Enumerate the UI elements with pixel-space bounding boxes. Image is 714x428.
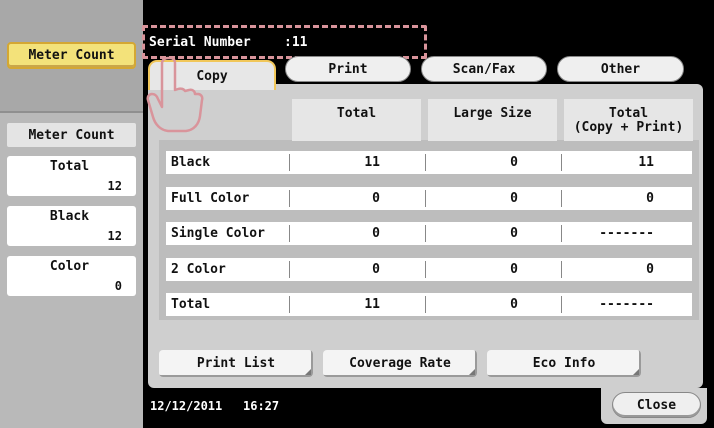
row-divider <box>425 190 426 207</box>
color-card-label: Color <box>49 259 90 274</box>
cell-total: 11 <box>364 297 380 312</box>
black-card: Black 12 <box>7 206 136 246</box>
row-divider <box>425 225 426 242</box>
total-card-value: 12 <box>107 179 122 193</box>
tab-scan-fax[interactable]: Scan/Fax <box>421 56 547 82</box>
column-header-large-size: Large Size <box>428 99 557 141</box>
hand-pointer-icon <box>146 56 204 133</box>
tab-other[interactable]: Other <box>557 56 684 82</box>
table-row: Black 11 0 11 <box>166 151 692 174</box>
column-header-total: Total <box>292 99 421 141</box>
cell-total-copy-print: 11 <box>638 155 654 170</box>
corner-arrow-icon <box>305 369 311 375</box>
column-header-total-copy-print: Total (Copy + Print) <box>564 99 693 141</box>
row-divider <box>289 296 290 313</box>
row-divider <box>561 225 562 242</box>
cell-total: 11 <box>364 155 380 170</box>
tab-bar: Copy Print Scan/Fax Other <box>143 56 714 90</box>
date-display: 12/12/2011 <box>150 399 223 413</box>
row-divider <box>561 190 562 207</box>
coverage-rate-button[interactable]: Coverage Rate <box>323 350 477 377</box>
color-card-value: 0 <box>114 279 122 293</box>
sidebar: Meter Count Meter Count Total 12 Black 1… <box>0 0 143 428</box>
black-card-value: 12 <box>107 229 122 243</box>
row-label: Total <box>171 297 211 312</box>
cell-total-copy-print: 0 <box>646 191 654 206</box>
row-divider <box>289 190 290 207</box>
print-list-button[interactable]: Print List <box>159 350 313 377</box>
row-divider <box>425 296 426 313</box>
row-divider <box>289 225 290 242</box>
table-row: Single Color 0 0 ------- <box>166 222 692 245</box>
cell-total-copy-print: ------- <box>599 226 654 241</box>
tab-print[interactable]: Print <box>285 56 411 82</box>
meter-count-button[interactable]: Meter Count <box>7 42 136 69</box>
corner-arrow-icon <box>633 369 639 375</box>
row-divider <box>425 261 426 278</box>
eco-info-label: Eco Info <box>532 356 596 371</box>
cell-total: 0 <box>372 262 380 277</box>
cell-total-copy-print: 0 <box>646 262 654 277</box>
close-button[interactable]: Close <box>612 392 701 418</box>
row-label: Black <box>171 155 211 170</box>
meter-count-header: Meter Count <box>7 123 136 147</box>
row-divider <box>561 261 562 278</box>
cell-large-size: 0 <box>510 155 518 170</box>
row-divider <box>561 296 562 313</box>
row-divider <box>425 154 426 171</box>
table-row: Total 11 0 ------- <box>166 293 692 316</box>
content-panel: Total Large Size Total (Copy + Print) Bl… <box>148 84 703 388</box>
row-label: Single Color <box>171 226 265 241</box>
cell-large-size: 0 <box>510 191 518 206</box>
corner-arrow-icon <box>469 369 475 375</box>
row-divider <box>289 261 290 278</box>
cell-large-size: 0 <box>510 262 518 277</box>
table-row: Full Color 0 0 0 <box>166 187 692 210</box>
cell-total-copy-print: ------- <box>599 297 654 312</box>
row-label: Full Color <box>171 191 250 206</box>
table-row: 2 Color 0 0 0 <box>166 258 692 281</box>
cell-total: 0 <box>372 191 380 206</box>
print-list-label: Print List <box>196 356 276 371</box>
row-divider <box>289 154 290 171</box>
eco-info-button[interactable]: Eco Info <box>487 350 641 377</box>
time-display: 16:27 <box>243 399 280 413</box>
cell-large-size: 0 <box>510 226 518 241</box>
coverage-rate-label: Coverage Rate <box>349 356 451 371</box>
total-card: Total 12 <box>7 156 136 196</box>
total-card-label: Total <box>49 159 90 174</box>
black-card-label: Black <box>49 209 90 224</box>
row-divider <box>561 154 562 171</box>
color-card: Color 0 <box>7 256 136 296</box>
cell-large-size: 0 <box>510 297 518 312</box>
cell-total: 0 <box>372 226 380 241</box>
row-label: 2 Color <box>171 262 226 277</box>
